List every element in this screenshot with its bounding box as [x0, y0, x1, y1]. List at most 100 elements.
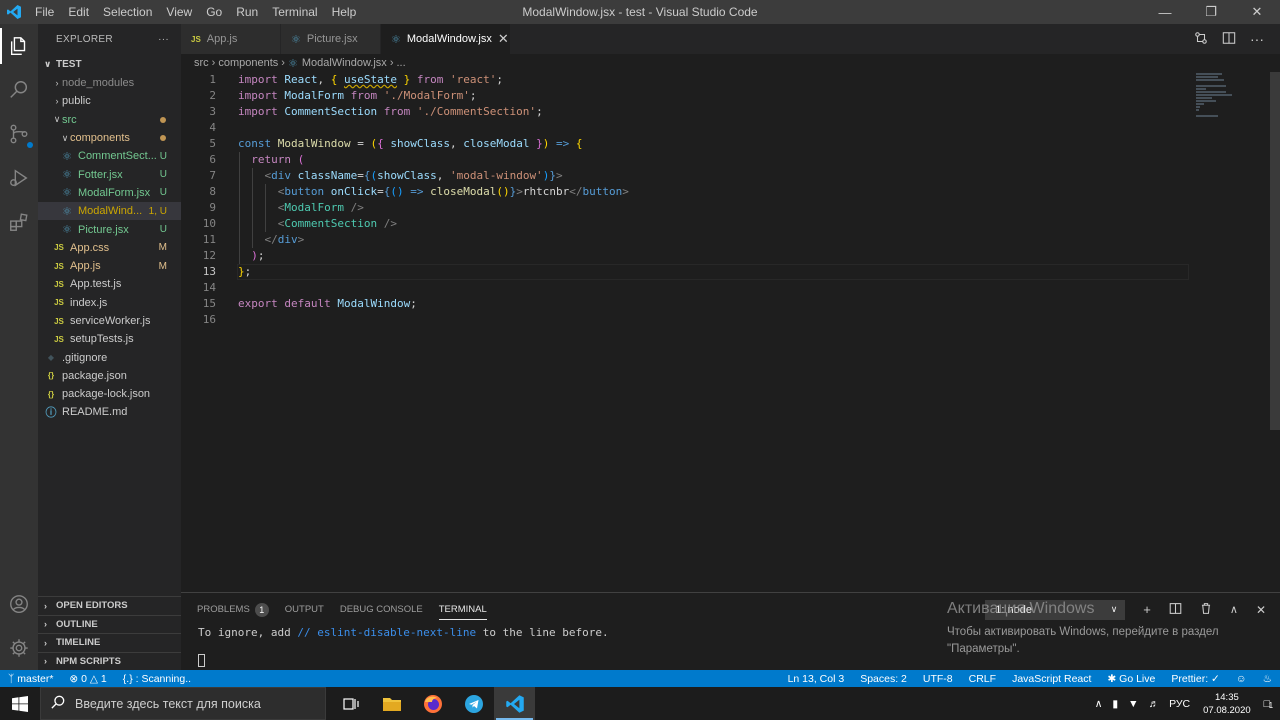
menu-help[interactable]: Help — [325, 0, 364, 24]
encoding-status[interactable]: UTF-8 — [923, 673, 953, 685]
indentation-status[interactable]: Spaces: 2 — [860, 673, 907, 685]
tree-item[interactable]: ⚛ ModalWind... 1, U — [38, 202, 181, 221]
branch-status[interactable]: ᛉ master* — [8, 673, 53, 685]
source-control-icon[interactable] — [0, 112, 38, 156]
split-editor-icon[interactable] — [1222, 31, 1236, 48]
menu-file[interactable]: File — [28, 0, 61, 24]
tab-debug-console[interactable]: DEBUG CONSOLE — [340, 593, 423, 626]
terminal-output[interactable]: To ignore, add // eslint-disable-next-li… — [198, 626, 609, 639]
network-icon[interactable]: ▼ — [1128, 698, 1138, 710]
feedback-icon[interactable]: ☺ — [1236, 673, 1247, 685]
vscode-taskbar-icon[interactable] — [494, 687, 535, 720]
menu-selection[interactable]: Selection — [96, 0, 159, 24]
tree-item[interactable]: ⓘ README.md — [38, 403, 181, 421]
settings-gear-icon[interactable] — [0, 626, 38, 670]
tree-item[interactable]: JS App.css M — [38, 239, 181, 257]
menu-edit[interactable]: Edit — [61, 0, 96, 24]
editor-scrollbar[interactable] — [1270, 72, 1280, 430]
close-window-button[interactable]: ✕ — [1234, 0, 1280, 24]
explorer-header: EXPLORER ··· — [38, 24, 181, 54]
more-actions-icon[interactable]: ··· — [1250, 31, 1264, 47]
telegram-icon[interactable] — [453, 687, 494, 720]
taskbar-clock[interactable]: 14:35 07.08.2020 — [1203, 691, 1251, 717]
tab-picture-jsx[interactable]: ⚛ Picture.jsx — [281, 24, 381, 54]
section-npm-scripts[interactable]: › NPM SCRIPTS — [38, 651, 181, 671]
tree-item-label: setupTests.js — [70, 333, 134, 346]
react-file-icon: ⚛ — [62, 150, 72, 163]
windows-start-icon[interactable] — [0, 687, 40, 720]
menu-go[interactable]: Go — [199, 0, 229, 24]
breadcrumb-file[interactable]: ModalWindow.jsx — [302, 57, 387, 69]
tab-modalwindow-jsx[interactable]: ⚛ ModalWindow.jsx ✕ — [381, 24, 511, 54]
language-indicator[interactable]: РУС — [1169, 698, 1190, 710]
section-open-editors[interactable]: › OPEN EDITORS — [38, 596, 181, 615]
chevron-up-icon[interactable]: ∧ — [1095, 698, 1103, 710]
tree-item[interactable]: ∨ src — [38, 111, 181, 129]
tree-item[interactable]: {} package-lock.json — [38, 385, 181, 403]
tree-item[interactable]: ⚛ CommentSect... U — [38, 147, 181, 165]
tab-output[interactable]: OUTPUT — [285, 593, 324, 626]
menu-run[interactable]: Run — [229, 0, 265, 24]
problems-status[interactable]: ⊗ 0 △ 1 — [69, 673, 106, 685]
tree-item[interactable]: JS index.js — [38, 294, 181, 312]
line-number: 15 — [202, 297, 216, 310]
section-outline[interactable]: › OUTLINE — [38, 614, 181, 634]
open-changes-icon[interactable] — [1194, 31, 1208, 48]
chevron-down-icon: ∨ — [44, 58, 52, 69]
file-explorer-icon[interactable] — [371, 687, 412, 720]
eol-status[interactable]: CRLF — [969, 673, 996, 685]
task-view-icon[interactable] — [330, 687, 371, 720]
language-mode[interactable]: JavaScript React — [1012, 673, 1091, 685]
tree-item[interactable]: JS App.js M — [38, 257, 181, 275]
line-number: 7 — [209, 169, 216, 182]
workspace-root[interactable]: ∨ TEST — [38, 54, 181, 74]
extensions-icon[interactable] — [0, 200, 38, 244]
minimap[interactable] — [1193, 72, 1269, 592]
tree-item[interactable]: ⚛ Picture.jsx U — [38, 220, 181, 238]
close-tab-icon[interactable]: ✕ — [498, 31, 509, 47]
close-panel-icon[interactable]: ✕ — [1256, 603, 1266, 617]
run-debug-icon[interactable] — [0, 156, 38, 200]
menu-terminal[interactable]: Terminal — [265, 0, 324, 24]
cursor-position[interactable]: Ln 13, Col 3 — [788, 673, 845, 685]
code-text: <button onClick={() => closeModal()}>rht… — [277, 185, 629, 198]
maximize-panel-icon[interactable]: ∧ — [1230, 603, 1238, 616]
minimize-button[interactable]: — — [1142, 0, 1188, 24]
prettier-status[interactable]: Prettier: ✓ — [1171, 673, 1219, 685]
taskbar-search-box[interactable]: Введите здесь текст для поиска — [40, 687, 326, 720]
go-live-button[interactable]: ✱ Go Live — [1107, 673, 1155, 685]
firefox-icon[interactable] — [412, 687, 453, 720]
tree-item[interactable]: ∨ components — [38, 129, 181, 147]
tree-item[interactable]: › node_modules — [38, 74, 181, 92]
volume-icon[interactable]: ♬ — [1149, 698, 1160, 710]
tree-item[interactable]: › public — [38, 92, 181, 110]
tree-item-label: public — [62, 95, 91, 108]
breadcrumb-symbol[interactable]: ... — [396, 57, 405, 69]
search-icon[interactable] — [0, 68, 38, 112]
account-icon[interactable] — [0, 582, 38, 626]
explorer-more-button[interactable]: ··· — [158, 34, 169, 45]
menu-view[interactable]: View — [159, 0, 199, 24]
system-tray: ∧ ▮ ▼ ♬ РУС 14:35 07.08.2020 □ 1 — [1090, 687, 1280, 720]
tree-item[interactable]: ◆ .gitignore — [38, 348, 181, 366]
tree-item[interactable]: JS setupTests.js — [38, 330, 181, 348]
tab-terminal[interactable]: TERMINAL — [438, 600, 487, 620]
breadcrumb-src[interactable]: src — [194, 57, 209, 69]
tree-item[interactable]: ⚛ ModalForm.jsx U — [38, 184, 181, 202]
notification-count: 1 — [1268, 700, 1274, 710]
tree-item[interactable]: JS serviceWorker.js — [38, 312, 181, 330]
section-timeline[interactable]: › TIMELINE — [38, 633, 181, 652]
maximize-button[interactable]: ❐ — [1188, 0, 1234, 24]
notification-center-icon[interactable]: □ 1 — [1264, 698, 1274, 710]
explorer-icon[interactable] — [0, 24, 38, 68]
code-editor[interactable]: 1 import React, { useState } from 'react'… — [181, 72, 1193, 592]
tree-item[interactable]: {} package.json — [38, 367, 181, 385]
tree-item[interactable]: ⚛ Fotter.jsx U — [38, 165, 181, 183]
js-file-icon: JS — [191, 34, 201, 44]
tab-problems[interactable]: PROBLEMS 1 — [197, 593, 269, 626]
battery-icon[interactable]: ▮ — [1112, 698, 1118, 710]
notifications-bell-icon[interactable]: ♨ — [1263, 673, 1272, 685]
breadcrumb-components[interactable]: components — [218, 57, 278, 69]
tree-item[interactable]: JS App.test.js — [38, 275, 181, 293]
tab-app-js[interactable]: JS App.js — [181, 24, 281, 54]
